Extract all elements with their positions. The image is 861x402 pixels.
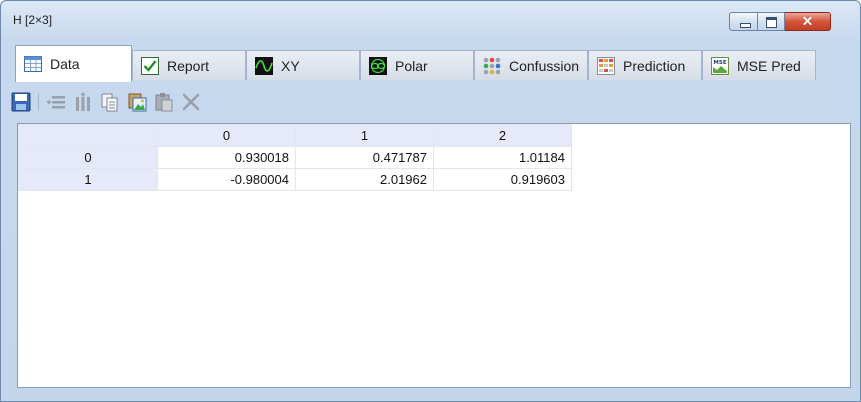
tab-label: Data [50,56,80,72]
grid-cell[interactable]: 1.01184 [433,146,572,169]
grid-corner-cell[interactable] [18,124,158,147]
save-icon[interactable] [11,92,31,112]
confusion-dots-icon [483,57,501,74]
wave-icon [255,56,273,75]
tab-polar[interactable]: Polar [360,50,474,80]
tab-strip: Data Report XY Polar Confussion Predicti… [15,45,855,82]
tab-xy[interactable]: XY [246,50,360,80]
mse-icon: MSE [711,56,729,75]
polar-icon [369,56,387,75]
close-button[interactable]: ✕ [785,12,831,31]
grid-cell[interactable]: 0.471787 [295,146,434,169]
table-icon [24,56,42,72]
prediction-grid-icon [597,56,615,75]
toolbar-separator [38,93,39,111]
close-icon: ✕ [801,13,814,29]
data-grid: 0 1 2 0 0.930018 0.471787 1.01184 1 -0.9… [18,124,572,191]
grid-cell[interactable]: -0.980004 [157,168,296,191]
column-header[interactable]: 0 [157,124,296,147]
tab-mse-pred[interactable]: MSE MSE Pred [702,50,816,80]
title-bar[interactable]: H [2×3] ✕ [1,1,860,37]
maximize-icon [766,17,777,28]
tab-label: Confussion [509,57,580,74]
tab-label: MSE Pred [737,57,801,74]
mse-icon-text: MSE [713,60,726,66]
grid-cell[interactable]: 2.01962 [295,168,434,191]
tab-report[interactable]: Report [132,50,246,80]
column-header[interactable]: 1 [295,124,434,147]
tab-data[interactable]: Data [15,45,132,82]
grid-header-row: 0 1 2 [18,124,572,147]
copy-icon[interactable] [100,92,120,112]
table-row: 1 -0.980004 2.01962 0.919603 [18,168,572,191]
row-header[interactable]: 1 [18,168,158,191]
paste-icon[interactable] [154,92,174,112]
insert-column-icon[interactable] [73,92,93,112]
column-header[interactable]: 2 [433,124,572,147]
data-grid-panel: 0 1 2 0 0.930018 0.471787 1.01184 1 -0.9… [17,123,851,388]
check-icon [141,56,159,75]
grid-cell[interactable]: 0.919603 [433,168,572,191]
maximize-button[interactable] [758,12,785,31]
toolbar [11,90,311,114]
paste-image-icon[interactable] [127,92,147,112]
minimize-icon [740,23,751,28]
tab-label: Prediction [623,57,686,74]
tab-confussion[interactable]: Confussion [474,50,588,80]
matrix-window: H [2×3] ✕ Data Report XY Polar Confussio… [0,0,861,402]
insert-row-icon[interactable] [46,92,66,112]
tab-label: XY [281,57,300,74]
tab-label: Report [167,57,210,74]
tab-label: Polar [395,57,428,74]
minimize-button[interactable] [729,12,758,31]
tab-prediction[interactable]: Prediction [588,50,702,80]
delete-icon[interactable] [181,92,201,112]
grid-cell[interactable]: 0.930018 [157,146,296,169]
table-row: 0 0.930018 0.471787 1.01184 [18,146,572,169]
window-title: H [2×3] [13,13,53,27]
row-header[interactable]: 0 [18,146,158,169]
